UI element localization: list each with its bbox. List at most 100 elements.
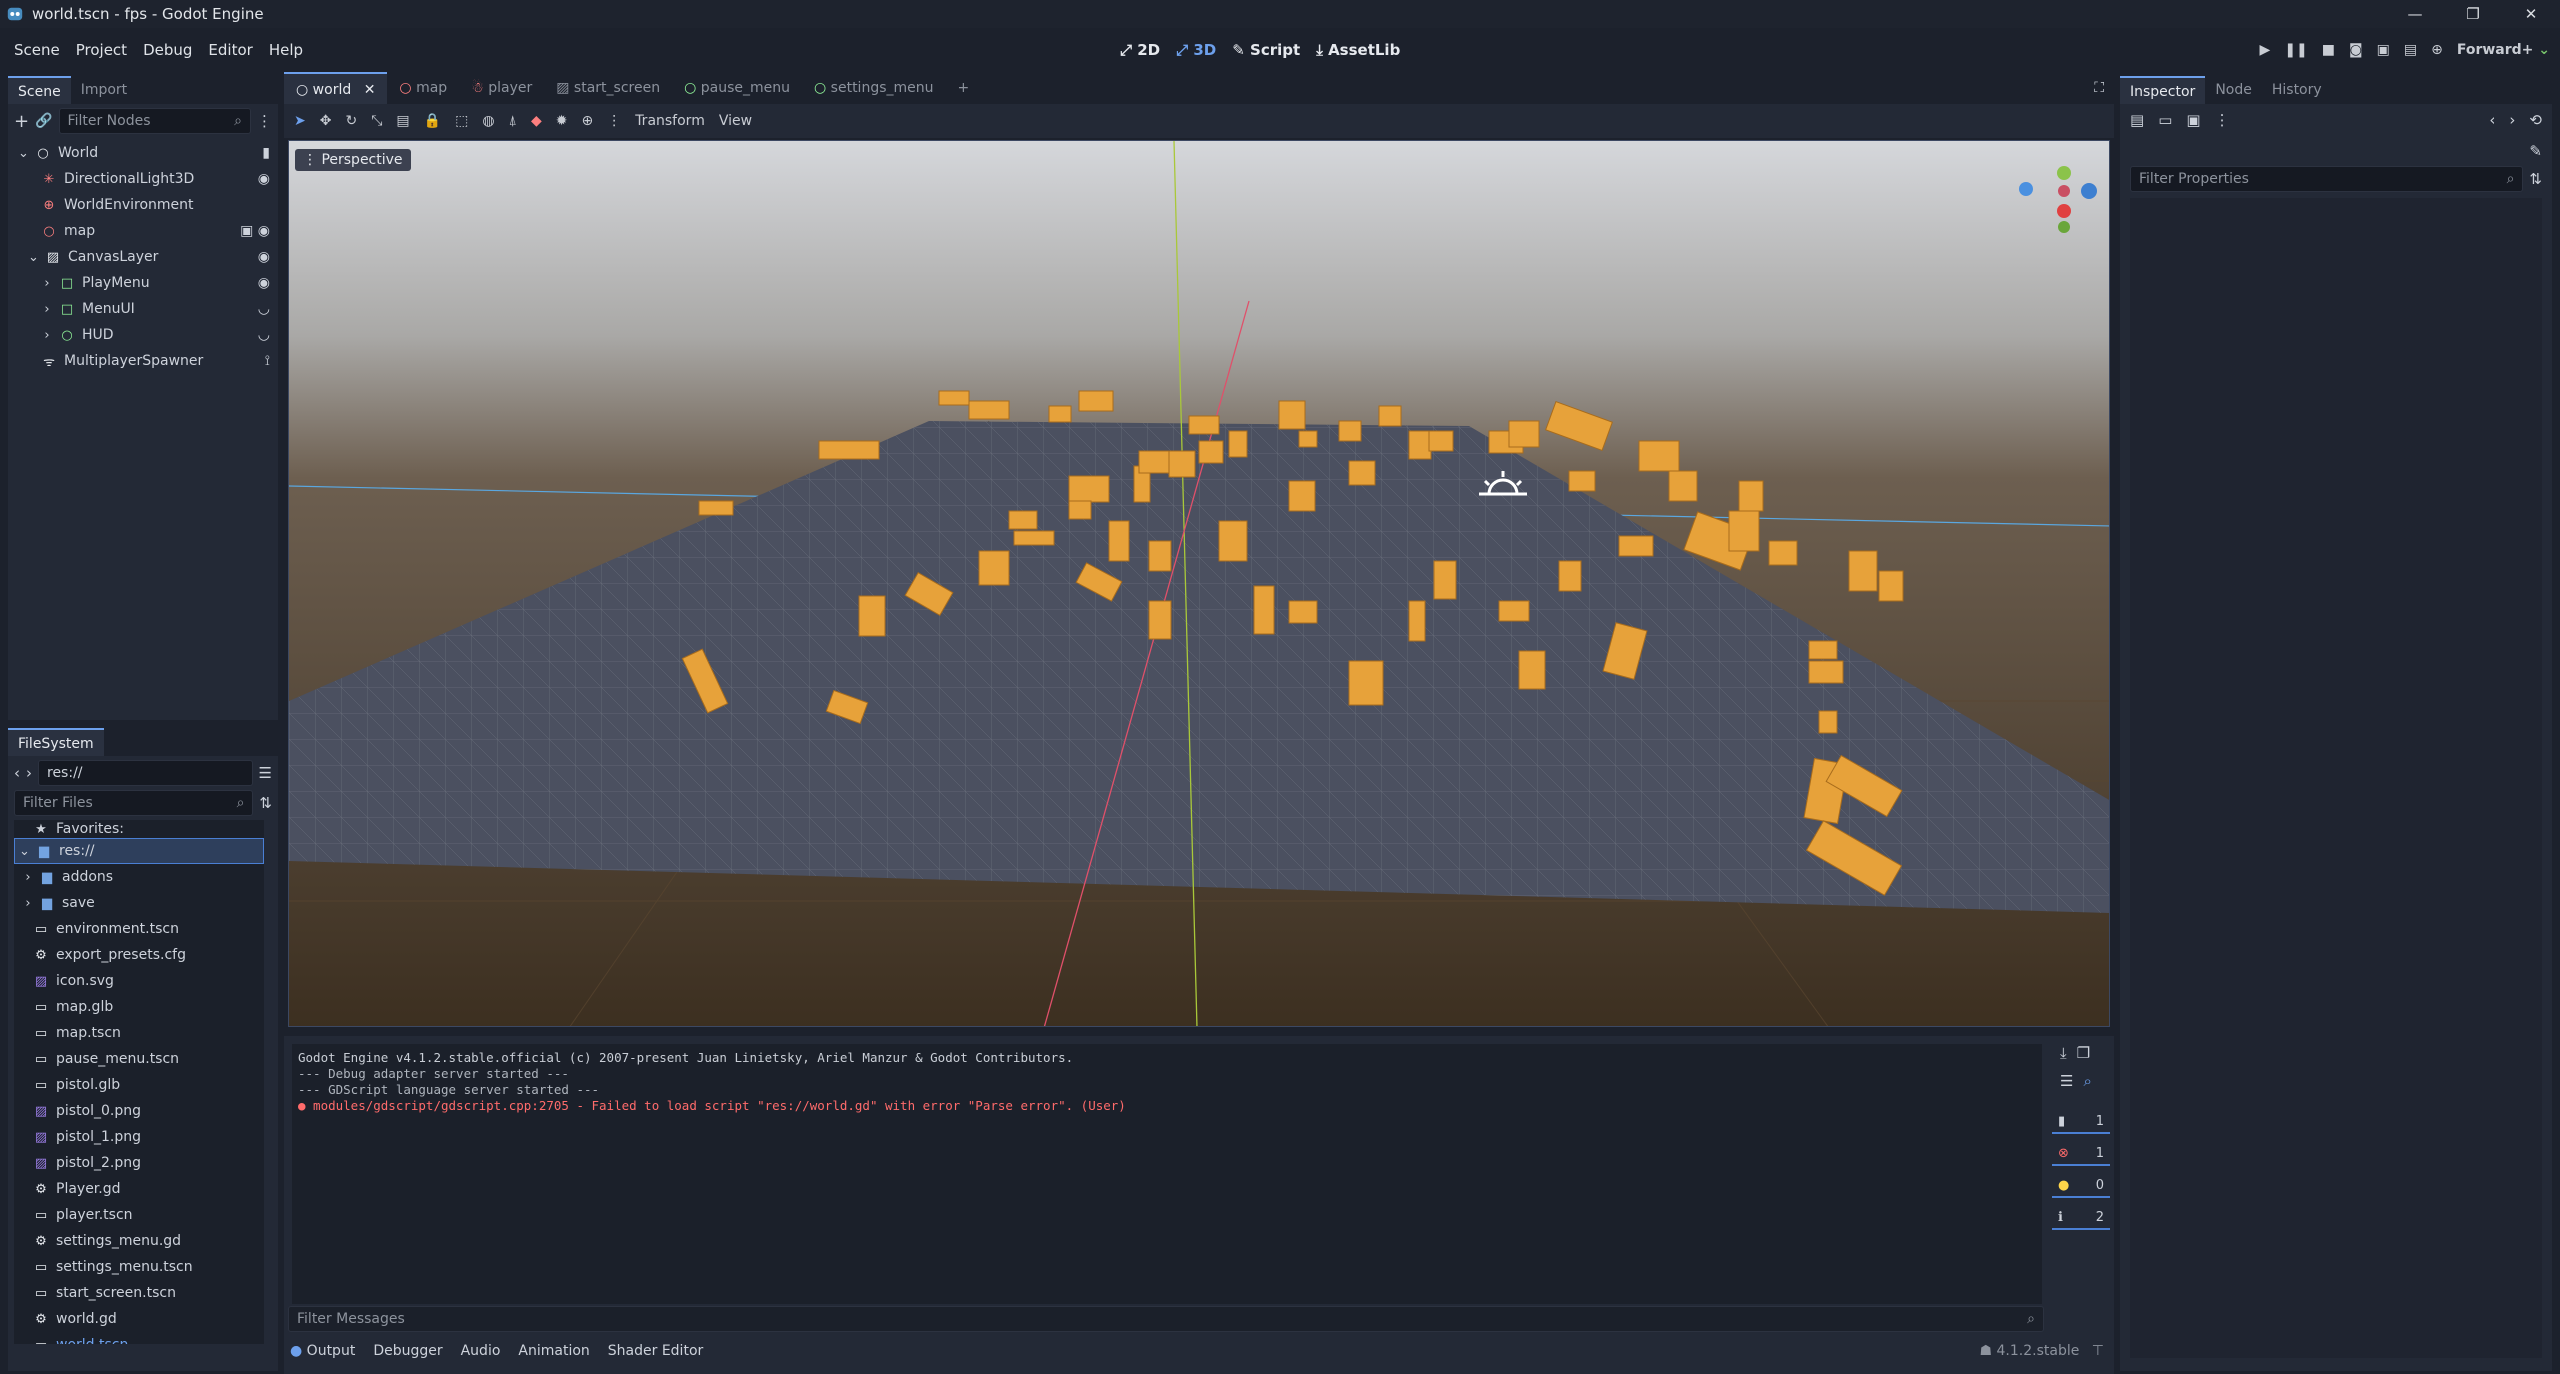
perspective-menu[interactable]: ⋮ Perspective	[295, 149, 411, 171]
list-view-icon[interactable]: ☰	[259, 764, 272, 782]
pin-panel-icon[interactable]: ⊤	[2092, 1343, 2104, 1359]
menu-editor[interactable]: Editor	[200, 41, 260, 59]
signal-icon[interactable]: ⟟	[265, 353, 270, 369]
file-item[interactable]: ▨ pistol_2.png	[14, 1150, 264, 1176]
tab-import[interactable]: Import	[71, 76, 137, 104]
tab-inspector[interactable]: Inspector	[2120, 76, 2206, 104]
filter-properties-input[interactable]: Filter Properties ⌕	[2130, 166, 2524, 192]
forward-icon[interactable]: ›	[26, 764, 32, 782]
transform-menu[interactable]: Transform	[635, 113, 705, 129]
filter-options-icon[interactable]: ⇅	[2529, 170, 2542, 188]
play-icon[interactable]: ▶	[2260, 42, 2271, 58]
snap-icon[interactable]: ⍋	[509, 113, 517, 129]
tree-item-hud[interactable]: › ○ HUD ◡	[8, 322, 278, 348]
tab-world[interactable]: ○ world ✕	[284, 72, 388, 104]
menu-help[interactable]: Help	[261, 41, 311, 59]
file-item[interactable]: ▨ pistol_0.png	[14, 1098, 264, 1124]
tree-item-map[interactable]: ○ map ▣ ◉	[8, 218, 278, 244]
distraction-free-icon[interactable]: ⛶	[2094, 80, 2104, 96]
filter-nodes-input[interactable]: Filter Nodes ⌕	[58, 108, 251, 134]
filter-messages-input[interactable]: Filter Messages ⌕	[288, 1306, 2044, 1332]
tree-item-canvaslayer[interactable]: ⌄ ▨ CanvasLayer ◉	[8, 244, 278, 270]
link-icon[interactable]: 🔗	[35, 113, 52, 129]
script-icon[interactable]: ▮	[262, 145, 270, 161]
sun-preview-icon[interactable]: ✹	[556, 113, 568, 129]
maximize-button[interactable]: ❐	[2444, 0, 2502, 28]
tab-player[interactable]: ☃ player	[459, 72, 544, 104]
tab-debugger[interactable]: Debugger	[373, 1343, 442, 1359]
tab-pause-menu[interactable]: ○ pause_menu	[672, 72, 802, 104]
more-icon[interactable]: ⋮	[607, 113, 621, 129]
close-tab-icon[interactable]: ✕	[364, 82, 376, 98]
file-item[interactable]: ▭ pistol.glb	[14, 1072, 264, 1098]
history-forward-icon[interactable]: ›	[2509, 111, 2515, 129]
rotate-tool-icon[interactable]: ↻	[345, 113, 357, 129]
tab-settings-menu[interactable]: ○ settings_menu	[802, 72, 946, 104]
path-input[interactable]: res://	[38, 760, 253, 786]
move-tool-icon[interactable]: ✥	[320, 113, 332, 129]
file-item[interactable]: ▭ map.glb	[14, 994, 264, 1020]
save-resource-icon[interactable]: ▣	[2186, 111, 2200, 129]
tree-item-menuui[interactable]: › □ MenuUI ◡	[8, 296, 278, 322]
renderer-select[interactable]: Forward+ ⌄	[2457, 42, 2550, 58]
visibility-eye-icon[interactable]: ◉	[258, 275, 270, 291]
hidden-eye-icon[interactable]: ◡	[258, 327, 270, 343]
copy-output-icon[interactable]: ❐	[2077, 1044, 2090, 1062]
more-icon[interactable]: ⋮	[257, 112, 272, 130]
tab-animation[interactable]: Animation	[518, 1343, 589, 1359]
visibility-eye-icon[interactable]: ◉	[258, 171, 270, 187]
mode-2d-button[interactable]: ⤢ 2D	[1120, 41, 1160, 59]
file-item[interactable]: ▭ settings_menu.tscn	[14, 1254, 264, 1280]
error-count-toggle[interactable]: ⊗ 1	[2052, 1142, 2110, 1166]
warning-count-toggle[interactable]: ● 0	[2052, 1174, 2110, 1198]
tab-output[interactable]: ● Output	[290, 1343, 355, 1359]
stop-icon[interactable]: ■	[2322, 42, 2335, 58]
file-item[interactable]: › ▆ save	[14, 890, 264, 916]
tab-filesystem[interactable]: FileSystem	[8, 728, 104, 756]
more-icon[interactable]: ⋮	[2215, 111, 2230, 129]
sort-icon[interactable]: ⇅	[259, 794, 272, 812]
back-icon[interactable]: ‹	[14, 764, 20, 782]
tab-start-screen[interactable]: ▨ start_screen	[544, 72, 672, 104]
favorites-item[interactable]: ★ Favorites:	[14, 820, 264, 838]
file-item[interactable]: ▭world.tscn	[14, 1332, 264, 1344]
visibility-eye-icon[interactable]: ▣ ◉	[240, 223, 270, 239]
object-history-icon[interactable]: ⟲	[2529, 111, 2542, 129]
add-tab-button[interactable]: +	[946, 72, 982, 104]
lock-icon[interactable]: 🔒	[424, 113, 441, 129]
visibility-eye-icon[interactable]: ◉	[258, 249, 270, 265]
local-space-icon[interactable]: ◍	[482, 113, 494, 129]
scale-tool-icon[interactable]: ⤡	[371, 113, 382, 129]
file-item[interactable]: ⚙ world.gd	[14, 1306, 264, 1332]
group-icon[interactable]: ⬚	[455, 113, 468, 129]
tree-item-playmenu[interactable]: › □ PlayMenu ◉	[8, 270, 278, 296]
mode-3d-button[interactable]: ⤢ 3D	[1176, 41, 1216, 59]
mode-assetlib-button[interactable]: ⤓ AssetLib	[1316, 41, 1400, 59]
tab-map[interactable]: ○ map	[387, 72, 459, 104]
menu-debug[interactable]: Debug	[135, 41, 200, 59]
info-count-toggle[interactable]: ℹ2	[2052, 1206, 2110, 1230]
menu-scene[interactable]: Scene	[6, 41, 68, 59]
minimize-button[interactable]: —	[2386, 0, 2444, 28]
play-scene-icon[interactable]: ▣	[2377, 42, 2390, 58]
camera-icon[interactable]: ◆	[531, 113, 542, 129]
tree-item-multiplayerspawner[interactable]: ᯤ MultiplayerSpawner ⟟	[8, 348, 278, 374]
remote-debug-icon[interactable]: ◙	[2349, 42, 2363, 58]
res-root-item[interactable]: ⌄ ▆ res://	[14, 838, 264, 864]
pause-icon[interactable]: ❚❚	[2284, 42, 2307, 58]
tree-item-directionallight3d[interactable]: ✳ DirectionalLight3D ◉	[8, 166, 278, 192]
expand-arrow-icon[interactable]: ›	[24, 896, 32, 911]
message-count-toggle[interactable]: ▮ 1	[2052, 1110, 2110, 1134]
select-tool-icon[interactable]: ➤	[294, 113, 306, 129]
3d-scene-render[interactable]	[289, 141, 2110, 1027]
search-icon[interactable]: ⌕	[2083, 1072, 2091, 1090]
hidden-eye-icon[interactable]: ◡	[258, 301, 270, 317]
file-item[interactable]: › ▆ addons	[14, 864, 264, 890]
file-item[interactable]: ▭ pause_menu.tscn	[14, 1046, 264, 1072]
menu-project[interactable]: Project	[68, 41, 135, 59]
3d-viewport[interactable]: ⋮ Perspective	[288, 140, 2110, 1027]
movie-maker-icon[interactable]: ⊕	[2431, 42, 2443, 58]
file-item[interactable]: ⚙ Player.gd	[14, 1176, 264, 1202]
file-item[interactable]: ▭ map.tscn	[14, 1020, 264, 1046]
collapse-icon[interactable]: ☰	[2060, 1072, 2073, 1090]
